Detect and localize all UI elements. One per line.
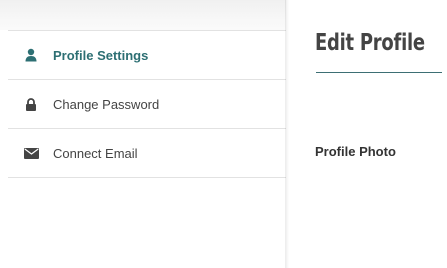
sidebar-item-label: Profile Settings (53, 47, 149, 63)
sidebar-header (0, 0, 286, 30)
sidebar-item-label: Change Password (53, 96, 160, 112)
sidebar-item-connect-email[interactable]: Connect Email (8, 129, 286, 178)
user-icon (23, 47, 39, 63)
profile-photo-label: Profile Photo (315, 144, 396, 159)
settings-menu: Profile Settings Change Password Connect… (8, 30, 286, 178)
sidebar-item-label: Connect Email (53, 145, 138, 161)
main-content: Edit Profile Profile Photo (289, 0, 447, 268)
sidebar: Profile Settings Change Password Connect… (0, 0, 286, 268)
sidebar-item-profile-settings[interactable]: Profile Settings (8, 31, 286, 80)
title-underline (316, 72, 442, 73)
envelope-icon (23, 145, 39, 161)
sidebar-item-change-password[interactable]: Change Password (8, 80, 286, 129)
lock-icon (23, 96, 39, 112)
page-title: Edit Profile (315, 30, 425, 56)
